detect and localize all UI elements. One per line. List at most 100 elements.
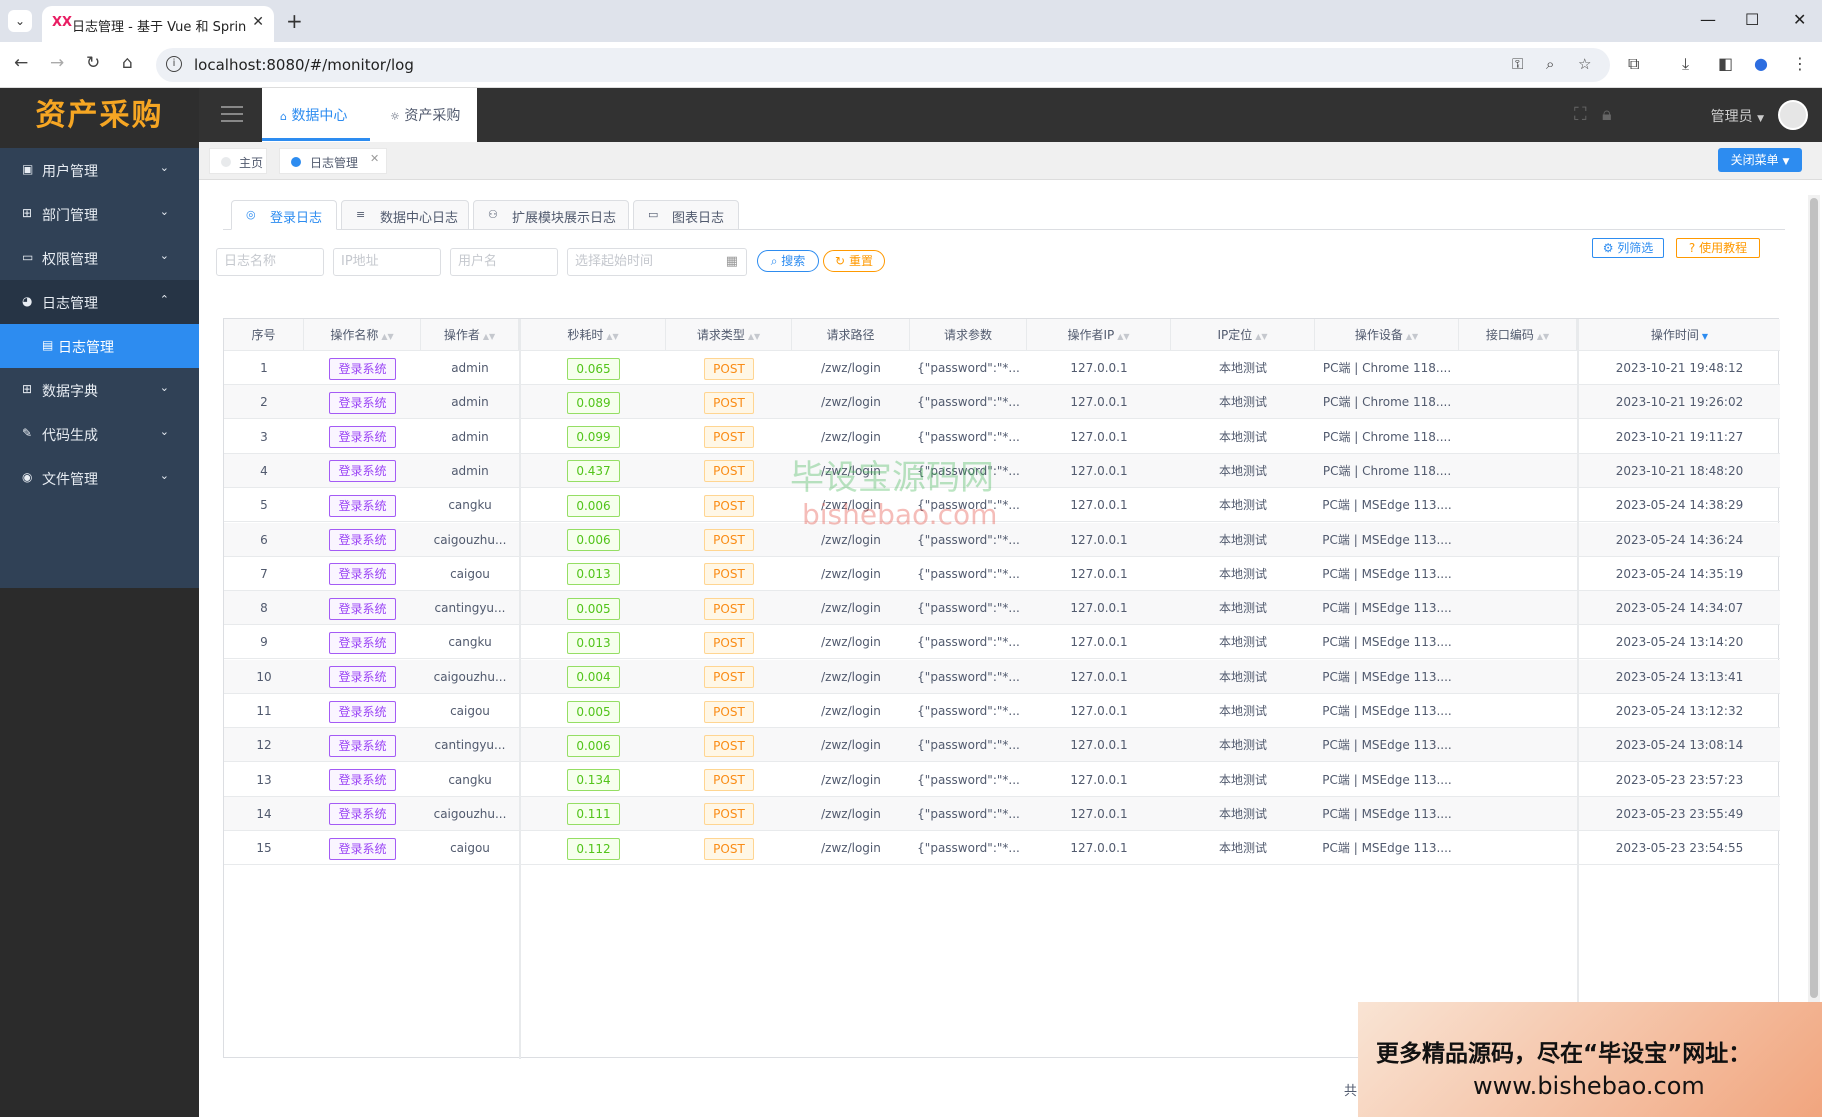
fullscreen-icon[interactable]: ⛶	[1574, 104, 1587, 125]
chevron-down-icon: ⌄	[159, 425, 169, 438]
col-header-operator[interactable]: 操作者 ▲▼	[421, 319, 519, 351]
ip-address-input[interactable]: IP地址	[333, 248, 441, 276]
minimize-icon[interactable]: —	[1700, 10, 1716, 29]
top-menu-item-asset-purchase[interactable]: ☼ 资产采购	[390, 105, 460, 125]
password-key-icon[interactable]: ⚿	[1512, 55, 1523, 73]
menu-toggle-icon[interactable]	[221, 106, 243, 122]
browser-tab[interactable]: XX 日志管理 - 基于 Vue 和 Spring ✕	[42, 6, 274, 42]
zoom-icon[interactable]: ⌕	[1546, 55, 1554, 73]
tags-bar: 主页 日志管理 ✕ 关闭菜单 ▼	[199, 142, 1822, 180]
cell-request-path: /zwz/login	[792, 385, 910, 419]
forward-icon[interactable]: →	[50, 53, 64, 73]
table-row[interactable]: 10 登录系统 caigouzhu... 0.004 POST/zwz/login {"p…	[224, 659, 1780, 694]
table-row[interactable]: 13 登录系统 cangku 0.134 POST/zwz/login {"passwor…	[224, 763, 1780, 797]
bookmark-star-icon[interactable]: ☆	[1578, 55, 1591, 73]
close-tab-icon[interactable]: ✕	[252, 14, 264, 30]
tab-extension-log[interactable]: ⚇ 扩展模块展示日志	[473, 200, 629, 230]
cell-operation-tag: 登录系统	[329, 426, 396, 449]
col-header-api-code[interactable]: 接口编码 ▲▼	[1459, 319, 1577, 351]
cell-time: 2023-05-24 14:36:24	[1579, 523, 1780, 557]
extensions-icon[interactable]: ⧉	[1628, 54, 1639, 74]
side-panel-icon[interactable]: ◧	[1718, 54, 1733, 73]
table-row[interactable]: 3 登录系统 admin 0.099 POST/zwz/login {"password"…	[224, 420, 1780, 454]
table-row[interactable]: 8 登录系统 cantingyu... 0.005 POST/zwz/login {"pa…	[224, 591, 1780, 626]
cell-operation: 登录系统	[304, 420, 421, 454]
ad-banner[interactable]: 更多精品源码，尽在“毕设宝”网址： www.bishebao.com	[1358, 1002, 1822, 1117]
search-button[interactable]: ⌕ 搜索	[757, 250, 819, 272]
cell-operation: 登录系统	[304, 591, 421, 625]
lock-icon[interactable]: 🔒︎	[1602, 104, 1612, 125]
cell-request-type: POST	[666, 728, 792, 762]
sidebar-item-files[interactable]: ◉ 文件管理 ⌄	[0, 456, 199, 500]
table-row[interactable]: 5 登录系统 cangku 0.006 POST/zwz/login {"password…	[224, 488, 1780, 523]
col-header-request-type[interactable]: 请求类型 ▲▼	[666, 319, 792, 351]
column-filter-button[interactable]: ⚙ 列筛选	[1592, 238, 1664, 258]
col-header-device[interactable]: 操作设备 ▲▼	[1315, 319, 1459, 351]
cell-request-params: {"password":"*...	[910, 557, 1027, 591]
tab-data-center-log[interactable]: ≡ 数据中心日志	[341, 200, 469, 230]
back-icon[interactable]: ←	[14, 53, 28, 73]
col-header-ip[interactable]: 操作者IP ▲▼	[1027, 319, 1171, 351]
col-header-operation[interactable]: 操作名称 ▲▼	[304, 319, 421, 351]
profile-icon[interactable]: ●	[1754, 54, 1768, 73]
table-row[interactable]: 9 登录系统 cangku 0.013 POST/zwz/login {"password…	[224, 625, 1780, 660]
window-close-icon[interactable]: ✕	[1793, 10, 1806, 29]
cell-ip-location-text: 本地测试	[1218, 635, 1267, 650]
browser-menu-icon[interactable]: ⋮	[1792, 54, 1808, 73]
new-tab-icon[interactable]: +	[286, 9, 303, 33]
table-row[interactable]: 12 登录系统 cantingyu... 0.006 POST/zwz/login {"p…	[224, 728, 1780, 763]
tutorial-button[interactable]: ? 使用教程	[1676, 238, 1760, 258]
tag-log-management[interactable]: 日志管理 ✕	[279, 148, 387, 174]
table-row[interactable]: 7 登录系统 caigou 0.013 POST/zwz/login {"password…	[224, 557, 1780, 591]
top-menu-item-data-center[interactable]: ⌂ 数据中心	[280, 105, 347, 125]
user-dropdown[interactable]: 管理员 ▼	[1711, 106, 1764, 126]
log-name-input[interactable]: 日志名称	[216, 248, 324, 276]
date-range-picker[interactable]: 选择起始时间 ▦	[567, 248, 747, 276]
cell-api-code	[1459, 694, 1577, 728]
sidebar-item-permissions[interactable]: ▭ 权限管理 ⌄	[0, 236, 199, 280]
home-icon[interactable]: ⌂	[122, 53, 133, 73]
col-header-time[interactable]: 操作时间 ▼	[1579, 319, 1780, 351]
username-input[interactable]: 用户名	[450, 248, 558, 276]
table-row[interactable]: 6 登录系统 caigouzhu... 0.006 POST/zwz/login {"pa…	[224, 522, 1780, 557]
close-menu-button[interactable]: 关闭菜单 ▼	[1718, 148, 1802, 172]
table-row[interactable]: 1 登录系统 admin 0.065 POST/zwz/login {"password"…	[224, 351, 1780, 385]
cell-api-code	[1459, 454, 1577, 488]
sort-icon: ▼	[1701, 332, 1709, 341]
site-info-icon[interactable]: i	[166, 56, 182, 72]
tag-close-icon[interactable]: ✕	[370, 152, 379, 165]
tab-login-log[interactable]: ◎ 登录日志	[231, 200, 337, 230]
avatar[interactable]	[1778, 100, 1808, 130]
sidebar-item-logs[interactable]: ◕ 日志管理 ⌃	[0, 280, 199, 324]
cell-request-params: {"password":"*...	[910, 351, 1027, 385]
sidebar-item-codegen[interactable]: ✎ 代码生成 ⌄	[0, 412, 199, 456]
maximize-icon[interactable]: ☐	[1745, 10, 1759, 29]
col-header-duration[interactable]: 秒耗时 ▲▼	[521, 319, 666, 351]
sidebar-item-users[interactable]: ▣ 用户管理 ⌄	[0, 148, 199, 192]
col-header-ip-location[interactable]: IP定位 ▲▼	[1171, 319, 1315, 351]
cell-request-params-text: {"password":"*...	[917, 532, 1020, 547]
table-row[interactable]: 14 登录系统 caigouzhu... 0.111 POST/zwz/login {"p…	[224, 796, 1780, 831]
cell-device: PC端 | MSEdge 113....	[1315, 694, 1459, 728]
table-row[interactable]: 15 登录系统 caigou 0.112 POST/zwz/login {"passwor…	[224, 831, 1780, 866]
cell-request-type-tag: POST	[704, 426, 754, 449]
tab-chart-log[interactable]: ▭ 图表日志	[633, 200, 739, 230]
sidebar-item-departments[interactable]: ⊞ 部门管理 ⌄	[0, 192, 199, 236]
sidebar-item-dictionary[interactable]: ⊞ 数据字典 ⌄	[0, 368, 199, 412]
cell-duration: 0.004	[521, 660, 666, 694]
table-row[interactable]: 2 登录系统 admin 0.089 POST/zwz/login {"password"…	[224, 385, 1780, 420]
tab-search-chevron-icon[interactable]: ⌄	[8, 10, 32, 32]
url-text[interactable]: localhost:8080/#/monitor/log	[194, 56, 414, 74]
download-icon[interactable]: ⤓	[1682, 54, 1689, 74]
sidebar-subitem-log-management[interactable]: ▤ 日志管理	[0, 324, 199, 368]
scrollbar-thumb[interactable]	[1810, 198, 1818, 998]
reload-icon[interactable]: ↻	[86, 53, 100, 73]
url-bar[interactable]: i localhost:8080/#/monitor/log ⚿ ⌕ ☆	[156, 48, 1610, 82]
table-row[interactable]: 4 登录系统 admin 0.437 POST/zwz/login {"password"…	[224, 453, 1780, 488]
tag-home[interactable]: 主页	[209, 148, 267, 174]
table-row[interactable]: 11 登录系统 caigou 0.005 POST/zwz/login {"passwor…	[224, 694, 1780, 728]
reset-button[interactable]: ↻ 重置	[823, 250, 885, 272]
cell-request-type: POST	[666, 660, 792, 694]
cell-api-code	[1459, 763, 1577, 797]
cell-index: 14	[224, 797, 304, 831]
